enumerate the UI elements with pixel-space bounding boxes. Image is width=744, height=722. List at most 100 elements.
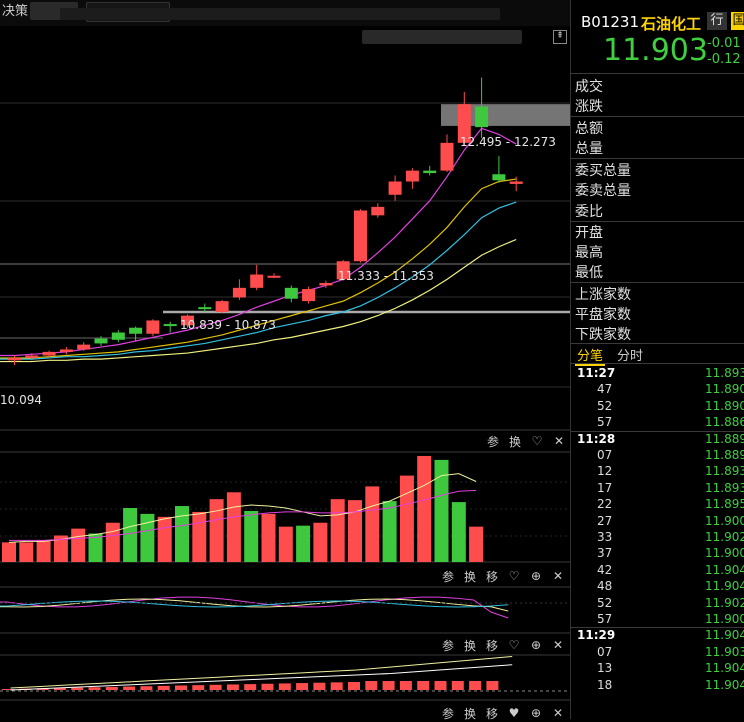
heart-icon[interactable]: ♡: [507, 569, 521, 583]
tick-time: 13: [597, 661, 613, 676]
candle-body: [475, 106, 489, 128]
switch-button[interactable]: 换: [463, 568, 477, 585]
separator: [571, 116, 744, 117]
tick-price: 11.890: [705, 382, 744, 397]
macd-bar: [399, 681, 412, 690]
candle-body: [267, 275, 281, 278]
change-value: -0.01: [707, 36, 741, 51]
field-low: 最低: [575, 265, 603, 281]
quote-panel: B01231 石油化工 行 国 11.903 -0.01 -0.12 成交 涨跌…: [570, 0, 744, 719]
macd-bar: [157, 685, 170, 690]
move-button[interactable]: 移: [485, 568, 499, 585]
tick-row: 11:28 11.889: [571, 432, 744, 448]
tick-time: 42: [597, 562, 613, 577]
close-icon[interactable]: ✕: [551, 706, 565, 720]
zoom-icon[interactable]: ⊕: [529, 706, 543, 720]
kline-chart[interactable]: 12.495 - 12.273 11.333 - 11.353 10.839 -…: [0, 0, 570, 719]
low-price-label: 10.094: [0, 393, 42, 407]
tick-row: 17 11.893: [571, 481, 744, 497]
candle-body: [423, 170, 437, 174]
macd-bar: [140, 686, 153, 690]
tick-price: 11.904: [705, 579, 744, 594]
separator: [571, 158, 744, 159]
tick-time: 07: [597, 644, 613, 659]
tick-row: 52 11.902: [571, 596, 744, 612]
tick-row: 27 11.900: [571, 514, 744, 530]
zone-label-mid: 11.333 - 11.353: [338, 269, 434, 283]
industry-tag[interactable]: 行: [707, 12, 727, 30]
tick-price: 11.902: [705, 595, 744, 610]
toolbar-panel-ind2: 参 换 移 ♡ ⊕ ✕: [441, 636, 565, 654]
tick-price: 11.895: [705, 497, 744, 512]
param-button[interactable]: 参: [441, 568, 455, 585]
field-unchanged: 平盘家数: [575, 307, 631, 323]
candle-body: [215, 301, 229, 312]
candle-body: [354, 210, 367, 262]
field-advancers: 上涨家数: [575, 287, 631, 303]
indicator-line: [0, 596, 509, 619]
tick-time: 18: [597, 677, 613, 692]
param-button[interactable]: 参: [486, 433, 500, 450]
tick-row: 47 11.890: [571, 382, 744, 398]
heart-icon[interactable]: ♡: [530, 434, 544, 448]
field-high: 最高: [575, 245, 603, 261]
zoom-icon[interactable]: ⊕: [529, 569, 543, 583]
tick-time: 47: [597, 382, 613, 397]
candle-body: [8, 357, 21, 361]
close-icon[interactable]: ✕: [552, 434, 566, 448]
volume-bar: [175, 506, 189, 562]
macd-bar: [382, 681, 395, 690]
switch-button[interactable]: 换: [463, 637, 477, 654]
macd-bar: [330, 682, 343, 690]
macd-bar: [348, 682, 360, 690]
candle-body: [25, 355, 39, 358]
chart-area[interactable]: 决策 ⇞ 12.495 - 12.273 11.333 - 11.353 10.…: [0, 0, 570, 721]
tick-time: 27: [597, 513, 613, 528]
country-tag[interactable]: 国: [731, 12, 744, 30]
current-price: 11.903: [603, 33, 708, 68]
close-icon[interactable]: ✕: [551, 569, 565, 583]
volume-bar: [209, 499, 224, 562]
tick-price: 11.904: [705, 661, 744, 676]
switch-button[interactable]: 换: [508, 433, 522, 450]
candle-body: [111, 332, 125, 340]
candle-body: [492, 174, 506, 181]
candle-body: [440, 142, 454, 171]
candle-body: [405, 170, 419, 182]
volume-bar: [71, 528, 86, 562]
tick-time: 33: [597, 530, 613, 544]
macd-bar: [486, 681, 499, 690]
volume-bar: [382, 501, 397, 562]
field-ask-total: 委卖总量: [575, 183, 631, 199]
close-icon[interactable]: ✕: [551, 638, 565, 652]
tick-price: 11.902: [705, 530, 744, 544]
heart-icon[interactable]: ♡: [507, 638, 521, 652]
tick-time: 11:28: [577, 431, 616, 446]
tick-price: 11.889: [705, 431, 744, 446]
volume-bar: [192, 511, 207, 562]
candle-body: [302, 289, 316, 302]
volume-bar: [123, 508, 138, 562]
volume-bar: [417, 455, 432, 562]
tick-time: 12: [597, 464, 613, 479]
heart-icon[interactable]: ♥: [507, 706, 521, 720]
toolbar-panel-volume: 参 换 ♡ ✕: [486, 432, 566, 450]
candle-body: [509, 181, 523, 184]
candle-body: [319, 283, 333, 286]
tick-row: 11:29 11.904: [571, 628, 744, 644]
tick-price: 11.893: [705, 480, 744, 495]
param-button[interactable]: 参: [441, 637, 455, 654]
tick-price: 11.904: [705, 628, 744, 643]
tab-timeshare[interactable]: 分时: [615, 345, 645, 364]
zoom-icon[interactable]: ⊕: [529, 638, 543, 652]
field-open: 开盘: [575, 225, 603, 241]
macd-bar: [261, 683, 274, 690]
tick-row: 57 11.900: [571, 612, 744, 628]
volume-bar: [157, 516, 172, 562]
field-total-amount: 总额: [575, 121, 603, 137]
grid: [0, 102, 570, 701]
volume-bar: [36, 540, 51, 562]
macd-bar: [451, 681, 464, 690]
move-button[interactable]: 移: [485, 637, 499, 654]
candle-body: [388, 181, 402, 195]
